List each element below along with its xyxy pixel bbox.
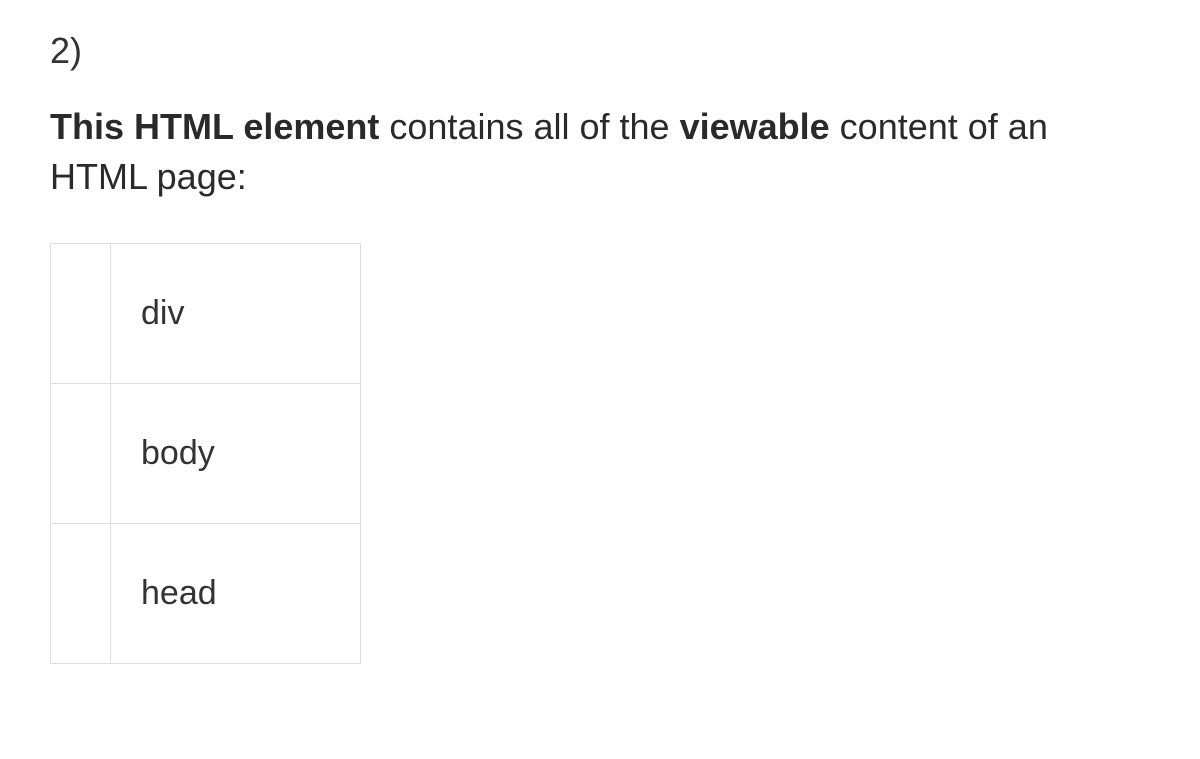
option-row: head bbox=[51, 523, 361, 663]
option-label-1[interactable]: body bbox=[111, 383, 361, 523]
question-text-bold-2: viewable bbox=[680, 106, 830, 147]
question-text-mid-1: contains all of the bbox=[379, 106, 679, 147]
option-selector-0[interactable] bbox=[51, 243, 111, 383]
option-label-0[interactable]: div bbox=[111, 243, 361, 383]
question-text-bold-1: This HTML element bbox=[50, 106, 379, 147]
question-number: 2) bbox=[50, 30, 1150, 72]
option-row: body bbox=[51, 383, 361, 523]
option-label-2[interactable]: head bbox=[111, 523, 361, 663]
options-table: div body head bbox=[50, 243, 361, 664]
question-text: This HTML element contains all of the vi… bbox=[50, 102, 1150, 203]
option-row: div bbox=[51, 243, 361, 383]
option-selector-2[interactable] bbox=[51, 523, 111, 663]
option-selector-1[interactable] bbox=[51, 383, 111, 523]
